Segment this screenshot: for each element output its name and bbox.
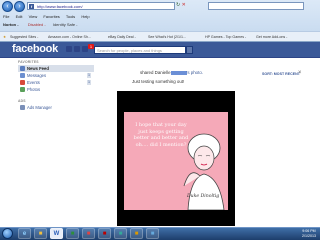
favorite-whats-hot[interactable]: See What's Hot (2/1/1... xyxy=(148,34,186,40)
left-sidebar: FAVORITES News Feed Messages 1 Events 1 … xyxy=(18,60,94,180)
ecard-brand-label: Duke Dinoltig xyxy=(187,194,220,199)
sidebar-item-messages[interactable]: Messages 1 xyxy=(18,72,94,79)
search-button[interactable] xyxy=(186,46,193,54)
taskbar-app-icon[interactable]: ■ xyxy=(146,228,159,239)
address-row: ‹ › f http://www.facebook.com/ ↻ ✕ xyxy=(0,0,320,13)
menu-bar: File Edit View Favorites Tools Help xyxy=(3,14,95,20)
taskbar-powerpoint-icon[interactable]: ■ xyxy=(82,228,95,239)
forward-button[interactable]: › xyxy=(14,1,25,12)
news-feed-icon xyxy=(20,66,25,71)
sidebar-item-news-feed[interactable]: News Feed xyxy=(18,65,94,72)
photos-icon xyxy=(20,87,25,92)
favorite-hp-games[interactable]: HP Games - Top Games - xyxy=(205,34,246,40)
stop-icon[interactable]: ✕ xyxy=(182,2,186,8)
taskbar-ie-icon[interactable]: e xyxy=(18,228,31,239)
refresh-icon[interactable]: ↻ xyxy=(176,2,180,8)
norton-button[interactable]: Norton - xyxy=(3,22,19,27)
clock-time: 9:06 PM xyxy=(302,229,316,233)
sidebar-item-ads-manager[interactable]: Ads Manager xyxy=(18,104,94,111)
sidebar-item-label: Ads Manager xyxy=(27,105,52,110)
friend-requests-icon[interactable] xyxy=(66,46,72,52)
favorites-bar: ★ Suggested Sites - Amazon.com - Online … xyxy=(0,31,320,41)
sidebar-item-events[interactable]: Events 1 xyxy=(18,79,94,86)
menu-tools[interactable]: Tools xyxy=(66,14,75,19)
browser-search-input[interactable] xyxy=(208,2,304,10)
back-button[interactable]: ‹ xyxy=(2,1,13,12)
taskbar-excel-icon[interactable]: ■ xyxy=(66,228,79,239)
close-icon[interactable]: × xyxy=(298,70,302,76)
ads-manager-icon xyxy=(20,105,25,110)
windows-taskbar xyxy=(0,227,320,240)
messages-count-badge: 1 xyxy=(87,73,91,78)
sidebar-item-label: Messages xyxy=(27,73,47,78)
toolbar: Norton - Disabled - Identity Safe - xyxy=(3,22,78,29)
norton-disabled-button[interactable]: Disabled - xyxy=(28,22,46,27)
address-controls: ↻ ✕ xyxy=(176,2,206,10)
facebook-logo[interactable]: facebook xyxy=(12,43,58,55)
facebook-search-input[interactable]: Search for people, places and things xyxy=(94,46,186,54)
notification-jewels: 1 xyxy=(66,44,94,54)
taskbar-clock[interactable]: 9:06 PM 2/1/2013 xyxy=(300,229,318,238)
sort-most-recent-link[interactable]: SORT: MOST RECENT xyxy=(262,72,300,76)
menu-edit[interactable]: Edit xyxy=(16,14,23,19)
redacted-name xyxy=(170,70,187,75)
menu-view[interactable]: View xyxy=(29,14,38,19)
sidebar-item-label: Photos xyxy=(27,87,41,92)
sidebar-item-label: Events xyxy=(27,80,40,85)
sidebar-item-photos[interactable]: Photos xyxy=(18,86,94,93)
taskbar-word-icon[interactable]: W xyxy=(50,228,63,239)
messages-icon[interactable] xyxy=(74,46,80,52)
favorite-ebay[interactable]: eBay Daily Deal - xyxy=(108,34,136,40)
story-action-text: shared Danielle xyxy=(140,70,171,75)
clock-date: 2/1/2013 xyxy=(302,233,316,238)
address-text: http://www.facebook.com/ xyxy=(37,4,83,9)
menu-favorites[interactable]: Favorites xyxy=(43,14,59,19)
taskbar-app-icon[interactable]: ■ xyxy=(114,228,127,239)
favorites-star-icon[interactable]: ★ xyxy=(3,34,6,40)
sidebar-item-label: News Feed xyxy=(27,66,49,71)
story-caption: Just testing something out! xyxy=(132,79,185,84)
messages-icon xyxy=(20,73,25,78)
address-bar[interactable]: f http://www.facebook.com/ xyxy=(27,2,175,10)
facebook-favicon-icon: f xyxy=(29,4,34,9)
ecard-image[interactable]: I hope that your day just keeps getting … xyxy=(124,112,228,210)
story-photo-suffix[interactable]: 's photo. xyxy=(187,70,203,75)
taskbar-explorer-icon[interactable]: ■ xyxy=(34,228,47,239)
identity-safe-button[interactable]: Identity Safe - xyxy=(53,22,78,27)
favorite-addons[interactable]: Get more Add-ons - xyxy=(256,34,287,40)
taskbar-app-icon[interactable]: ■ xyxy=(130,228,143,239)
taskbar-acrobat-icon[interactable]: ■ xyxy=(98,228,111,239)
menu-file[interactable]: File xyxy=(3,14,9,19)
browser-chrome: ‹ › f http://www.facebook.com/ ↻ ✕ File … xyxy=(0,0,320,42)
events-icon xyxy=(20,80,25,85)
menu-help[interactable]: Help xyxy=(81,14,89,19)
start-button[interactable] xyxy=(2,228,13,239)
favorite-suggested-sites[interactable]: Suggested Sites - xyxy=(10,34,38,40)
events-count-badge: 1 xyxy=(87,80,91,85)
favorite-amazon[interactable]: Amazon.com - Online Sh... xyxy=(48,34,91,40)
